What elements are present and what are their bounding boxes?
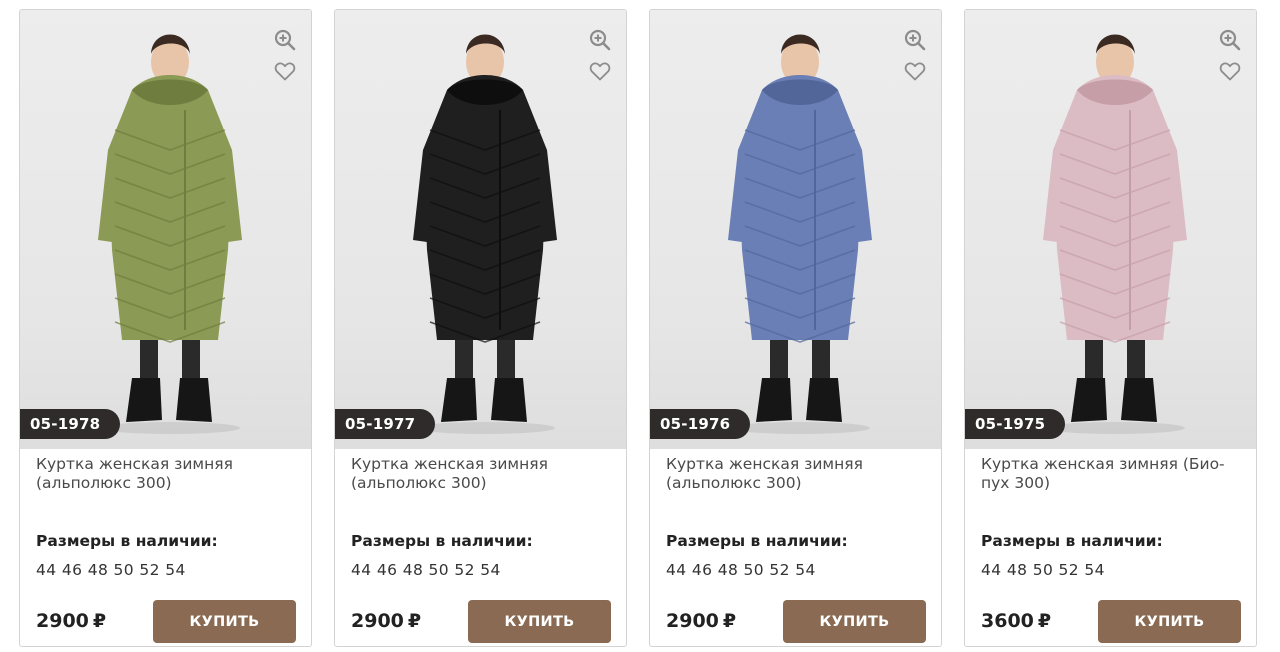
model-figure — [1043, 34, 1187, 434]
model-figure — [728, 34, 872, 434]
buy-button[interactable]: КУПИТЬ — [1098, 600, 1241, 643]
product-photo[interactable] — [965, 10, 1256, 449]
model-figure — [413, 34, 557, 434]
price: 2900 ₽ — [666, 610, 736, 632]
sizes-list: 44 46 48 50 52 54 — [351, 561, 501, 579]
product-card[interactable]: 05-1977 Куртка женская зимняя (альполюкс… — [334, 9, 627, 647]
sizes-label: Размеры в наличии: — [36, 532, 218, 550]
currency-symbol: ₽ — [92, 610, 107, 632]
currency-symbol: ₽ — [407, 610, 422, 632]
currency-symbol: ₽ — [1037, 610, 1052, 632]
product-title[interactable]: Куртка женская зимняя (альполюкс 300) — [351, 455, 611, 493]
price-value: 2900 — [666, 610, 719, 632]
sizes-list: 44 46 48 50 52 54 — [36, 561, 186, 579]
product-card[interactable]: 05-1978 Куртка женская зимняя (альполюкс… — [19, 9, 312, 647]
heart-icon[interactable] — [588, 59, 612, 83]
product-grid: 05-1978 Куртка женская зимняя (альполюкс… — [19, 9, 1257, 647]
sizes-list: 44 48 50 52 54 — [981, 561, 1105, 579]
heart-icon[interactable] — [903, 59, 927, 83]
heart-icon[interactable] — [1218, 59, 1242, 83]
product-title[interactable]: Куртка женская зимняя (Био-пух 300) — [981, 455, 1241, 493]
buy-button[interactable]: КУПИТЬ — [153, 600, 296, 643]
zoom-in-icon[interactable] — [588, 28, 612, 52]
currency-symbol: ₽ — [722, 610, 737, 632]
product-photo[interactable] — [20, 10, 311, 449]
product-photo[interactable] — [650, 10, 941, 449]
product-photo[interactable] — [335, 10, 626, 449]
zoom-in-icon[interactable] — [273, 28, 297, 52]
product-card[interactable]: 05-1976 Куртка женская зимняя (альполюкс… — [649, 9, 942, 647]
sizes-label: Размеры в наличии: — [666, 532, 848, 550]
price-value: 3600 — [981, 610, 1034, 632]
product-title[interactable]: Куртка женская зимняя (альполюкс 300) — [666, 455, 926, 493]
sizes-list: 44 46 48 50 52 54 — [666, 561, 816, 579]
sku-badge: 05-1975 — [965, 409, 1066, 439]
price: 3600 ₽ — [981, 610, 1051, 632]
sizes-label: Размеры в наличии: — [981, 532, 1163, 550]
price: 2900 ₽ — [36, 610, 106, 632]
buy-button[interactable]: КУПИТЬ — [468, 600, 611, 643]
price: 2900 ₽ — [351, 610, 421, 632]
buy-button[interactable]: КУПИТЬ — [783, 600, 926, 643]
model-figure — [98, 34, 242, 434]
sku-badge: 05-1978 — [20, 409, 121, 439]
heart-icon[interactable] — [273, 59, 297, 83]
sizes-label: Размеры в наличии: — [351, 532, 533, 550]
zoom-in-icon[interactable] — [1218, 28, 1242, 52]
product-card[interactable]: 05-1975 Куртка женская зимняя (Био-пух 3… — [964, 9, 1257, 647]
price-value: 2900 — [351, 610, 404, 632]
sku-badge: 05-1977 — [335, 409, 436, 439]
sku-badge: 05-1976 — [650, 409, 751, 439]
product-title[interactable]: Куртка женская зимняя (альполюкс 300) — [36, 455, 296, 493]
price-value: 2900 — [36, 610, 89, 632]
zoom-in-icon[interactable] — [903, 28, 927, 52]
